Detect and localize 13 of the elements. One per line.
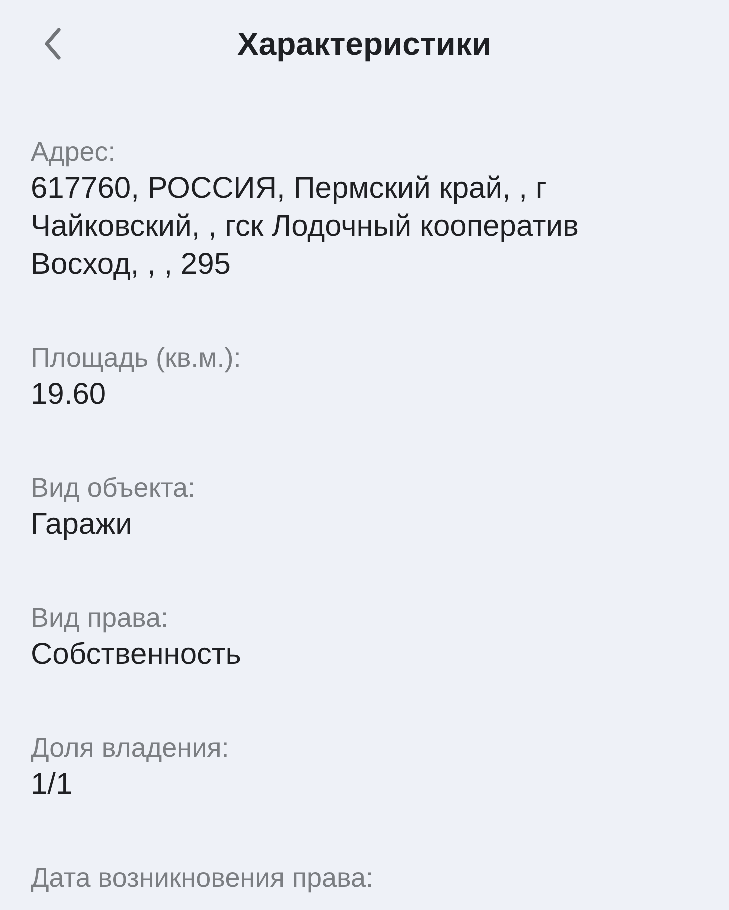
field-value: Гаражи xyxy=(31,507,132,543)
field-value: Собственность xyxy=(31,637,242,673)
field-value: 617760, РОССИЯ, Пермский край, , г Чайковский, , гск Лодочный кооператив Восход, , , 295 xyxy=(31,171,580,283)
field-label: Дата возникновения права: xyxy=(31,862,374,895)
field-label: Вид права: xyxy=(31,602,169,635)
field-value: 19.60 xyxy=(31,377,106,413)
field-label: Вид объекта: xyxy=(31,472,196,505)
field-value: 1/1 xyxy=(31,767,73,803)
field-label: Адрес: xyxy=(31,136,116,169)
page-title: Характеристики xyxy=(237,26,492,62)
field-label: Доля владения: xyxy=(31,732,230,765)
field-label: Площадь (кв.м.): xyxy=(31,342,242,375)
chevron-left-icon xyxy=(44,28,62,60)
